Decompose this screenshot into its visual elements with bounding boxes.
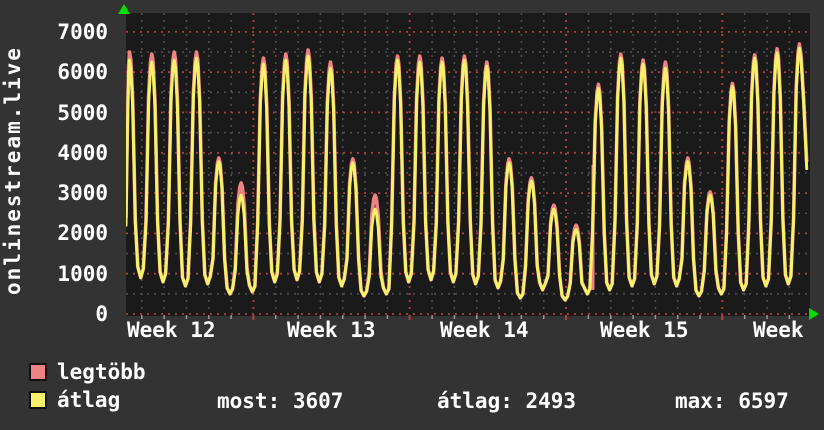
y-axis-tick-label: 3000 <box>57 181 108 206</box>
y-axis-tick-label: 0 <box>95 302 108 326</box>
x-axis-week-label: Week 13 <box>287 318 376 342</box>
legend-item-atlag: átlag <box>29 389 120 411</box>
stat-value: max: 6597 <box>675 389 789 413</box>
stat-value: most: 3607 <box>217 389 344 413</box>
x-axis-week-label: Week <box>753 318 804 342</box>
legend-swatch-avg <box>29 391 47 409</box>
y-axis-tick-label: 2000 <box>57 221 108 246</box>
graph-vertical-title: onlinestream.live <box>1 46 25 296</box>
x-axis-arrow-icon <box>809 308 819 320</box>
legend-item-legtobb: legtöbb <box>29 361 146 383</box>
y-axis-tick-label: 7000 <box>57 19 108 44</box>
x-axis-week-label: Week 12 <box>127 318 216 342</box>
y-axis-tick-label: 6000 <box>57 60 108 85</box>
x-axis-week-label: Week 15 <box>600 318 689 342</box>
legend-label-avg: átlag <box>57 388 121 412</box>
x-axis-week-label: Week 14 <box>440 318 529 342</box>
legend-label-max: legtöbb <box>57 360 146 384</box>
y-axis-arrow-icon <box>118 4 130 14</box>
y-axis-tick-label: 4000 <box>57 140 108 165</box>
rrd-graph: onlinestream.live 7000 6000 5000 4000 3000 20… <box>0 0 824 430</box>
stat-value: átlag: 2493 <box>437 389 577 413</box>
legend-swatch-max <box>29 363 47 381</box>
y-axis-tick-label: 1000 <box>57 261 108 286</box>
y-axis-tick-label: 5000 <box>57 100 108 125</box>
